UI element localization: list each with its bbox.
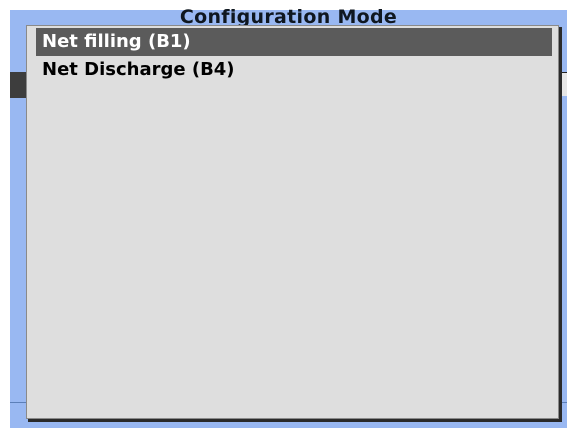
dropdown-list: Net filling (B1) Net Discharge (B4)	[36, 28, 552, 84]
background-control-left	[10, 72, 27, 98]
dropdown-option-net-discharge[interactable]: Net Discharge (B4)	[36, 56, 552, 84]
dropdown-menu[interactable]: Net filling (B1) Net Discharge (B4)	[26, 25, 559, 419]
dropdown-option-net-filling[interactable]: Net filling (B1)	[36, 28, 552, 56]
